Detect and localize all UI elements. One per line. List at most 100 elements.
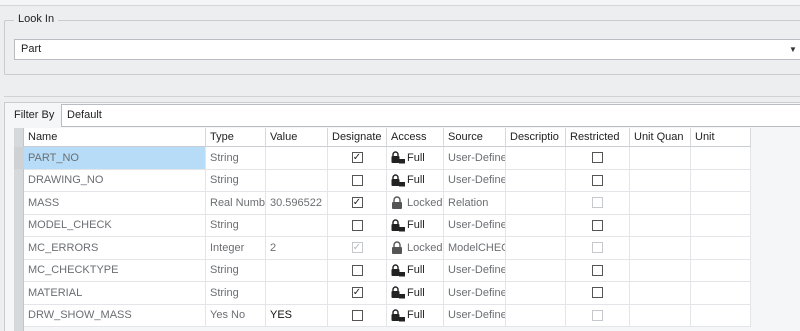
- cell-description[interactable]: [506, 237, 566, 260]
- designate-checkbox[interactable]: [351, 309, 363, 321]
- column-header-description[interactable]: Descriptio: [506, 128, 566, 147]
- cell-restricted[interactable]: [566, 192, 630, 215]
- designate-checkbox[interactable]: ✓: [351, 287, 363, 299]
- cell-name[interactable]: MODEL_CHECK: [24, 214, 206, 237]
- cell-restricted[interactable]: [566, 259, 630, 282]
- restricted-checkbox[interactable]: [592, 174, 603, 186]
- cell-access[interactable]: Full: [387, 259, 444, 282]
- column-header-access[interactable]: Access: [387, 128, 444, 147]
- cell-restricted[interactable]: [566, 214, 630, 237]
- cell-description[interactable]: [506, 259, 566, 282]
- cell-description[interactable]: [506, 169, 566, 192]
- restricted-checkbox[interactable]: [592, 152, 603, 164]
- column-header-designate[interactable]: Designate: [328, 128, 387, 147]
- cell-designate[interactable]: ✓: [328, 282, 387, 305]
- column-header-restricted[interactable]: Restricted: [566, 128, 630, 147]
- cell-type[interactable]: String: [206, 259, 266, 282]
- cell-access[interactable]: Locked: [387, 237, 444, 260]
- cell-restricted[interactable]: [566, 237, 630, 260]
- cell-unit-quantity[interactable]: [630, 282, 691, 305]
- table-row[interactable]: PART_NO String ✓ Full User-Define: [24, 147, 755, 170]
- cell-source[interactable]: User-Define: [444, 282, 506, 305]
- column-header-name[interactable]: Name: [24, 128, 206, 147]
- restricted-checkbox[interactable]: [592, 287, 603, 299]
- cell-type[interactable]: Yes No: [206, 304, 266, 327]
- filter-by-field[interactable]: Default: [61, 104, 800, 127]
- cell-name[interactable]: PART_NO: [24, 147, 206, 170]
- cell-name[interactable]: DRAWING_NO: [24, 169, 206, 192]
- cell-value[interactable]: [266, 282, 328, 305]
- table-row[interactable]: MASS Real Numb 30.596522 ✓ Locked Relati…: [24, 192, 755, 215]
- cell-description[interactable]: [506, 147, 566, 170]
- designate-checkbox[interactable]: ✓: [351, 197, 363, 209]
- table-row[interactable]: MATERIAL String ✓ Full User-Define: [24, 282, 755, 305]
- cell-description[interactable]: [506, 282, 566, 305]
- cell-source[interactable]: User-Define: [444, 259, 506, 282]
- cell-name[interactable]: MATERIAL: [24, 282, 206, 305]
- cell-unit-quantity[interactable]: [630, 214, 691, 237]
- cell-restricted[interactable]: [566, 282, 630, 305]
- cell-source[interactable]: User-Define: [444, 304, 506, 327]
- cell-name[interactable]: MC_CHECKTYPE: [24, 259, 206, 282]
- cell-type[interactable]: Integer: [206, 237, 266, 260]
- cell-designate[interactable]: ✓: [328, 192, 387, 215]
- cell-restricted[interactable]: [566, 147, 630, 170]
- column-header-value[interactable]: Value: [266, 128, 328, 147]
- cell-access[interactable]: Full: [387, 282, 444, 305]
- cell-designate[interactable]: [328, 304, 387, 327]
- designate-checkbox[interactable]: [351, 174, 363, 186]
- column-header-unit-quantity[interactable]: Unit Quan: [630, 128, 691, 147]
- cell-access[interactable]: Locked: [387, 192, 444, 215]
- cell-designate[interactable]: ✓: [328, 237, 387, 260]
- column-header-type[interactable]: Type: [206, 128, 266, 147]
- cell-unit-quantity[interactable]: [630, 304, 691, 327]
- cell-value[interactable]: [266, 259, 328, 282]
- cell-type[interactable]: String: [206, 169, 266, 192]
- cell-access[interactable]: Full: [387, 214, 444, 237]
- cell-designate[interactable]: [328, 169, 387, 192]
- restricted-checkbox[interactable]: [592, 219, 603, 231]
- cell-unit-quantity[interactable]: [630, 237, 691, 260]
- designate-checkbox[interactable]: [351, 219, 363, 231]
- cell-unit[interactable]: [691, 169, 751, 192]
- designate-checkbox[interactable]: ✓: [351, 152, 363, 164]
- cell-name[interactable]: DRW_SHOW_MASS: [24, 304, 206, 327]
- cell-value[interactable]: 30.596522: [266, 192, 328, 215]
- cell-unit[interactable]: [691, 237, 751, 260]
- cell-type[interactable]: String: [206, 282, 266, 305]
- chevron-down-icon[interactable]: ▼: [786, 40, 800, 59]
- cell-type[interactable]: String: [206, 147, 266, 170]
- cell-unit[interactable]: [691, 282, 751, 305]
- table-row[interactable]: MODEL_CHECK String Full User-Define: [24, 214, 755, 237]
- cell-source[interactable]: User-Define: [444, 214, 506, 237]
- cell-unit-quantity[interactable]: [630, 192, 691, 215]
- designate-checkbox[interactable]: [351, 264, 363, 276]
- cell-designate[interactable]: [328, 214, 387, 237]
- cell-access[interactable]: Full: [387, 147, 444, 170]
- cell-access[interactable]: Full: [387, 169, 444, 192]
- cell-type[interactable]: Real Numb: [206, 192, 266, 215]
- cell-unit[interactable]: [691, 147, 751, 170]
- table-row[interactable]: DRW_SHOW_MASS Yes No YES Full User-Defin…: [24, 304, 755, 327]
- cell-description[interactable]: [506, 214, 566, 237]
- cell-value[interactable]: 2: [266, 237, 328, 260]
- cell-description[interactable]: [506, 192, 566, 215]
- cell-unit-quantity[interactable]: [630, 259, 691, 282]
- restricted-checkbox[interactable]: [592, 264, 603, 276]
- cell-source[interactable]: Relation: [444, 192, 506, 215]
- cell-unit[interactable]: [691, 214, 751, 237]
- table-row[interactable]: MC_CHECKTYPE String Full User-Define: [24, 259, 755, 282]
- column-header-unit[interactable]: Unit: [691, 128, 751, 147]
- look-in-select[interactable]: Part ▼: [14, 39, 800, 60]
- cell-unit-quantity[interactable]: [630, 169, 691, 192]
- cell-restricted[interactable]: [566, 169, 630, 192]
- cell-name[interactable]: MASS: [24, 192, 206, 215]
- cell-access[interactable]: Full: [387, 304, 444, 327]
- table-row[interactable]: MC_ERRORS Integer 2 ✓ Locked ModelCHEC: [24, 237, 755, 260]
- cell-unit-quantity[interactable]: [630, 147, 691, 170]
- cell-value[interactable]: [266, 147, 328, 170]
- cell-value[interactable]: [266, 214, 328, 237]
- cell-designate[interactable]: ✓: [328, 147, 387, 170]
- cell-unit[interactable]: [691, 259, 751, 282]
- cell-source[interactable]: User-Define: [444, 147, 506, 170]
